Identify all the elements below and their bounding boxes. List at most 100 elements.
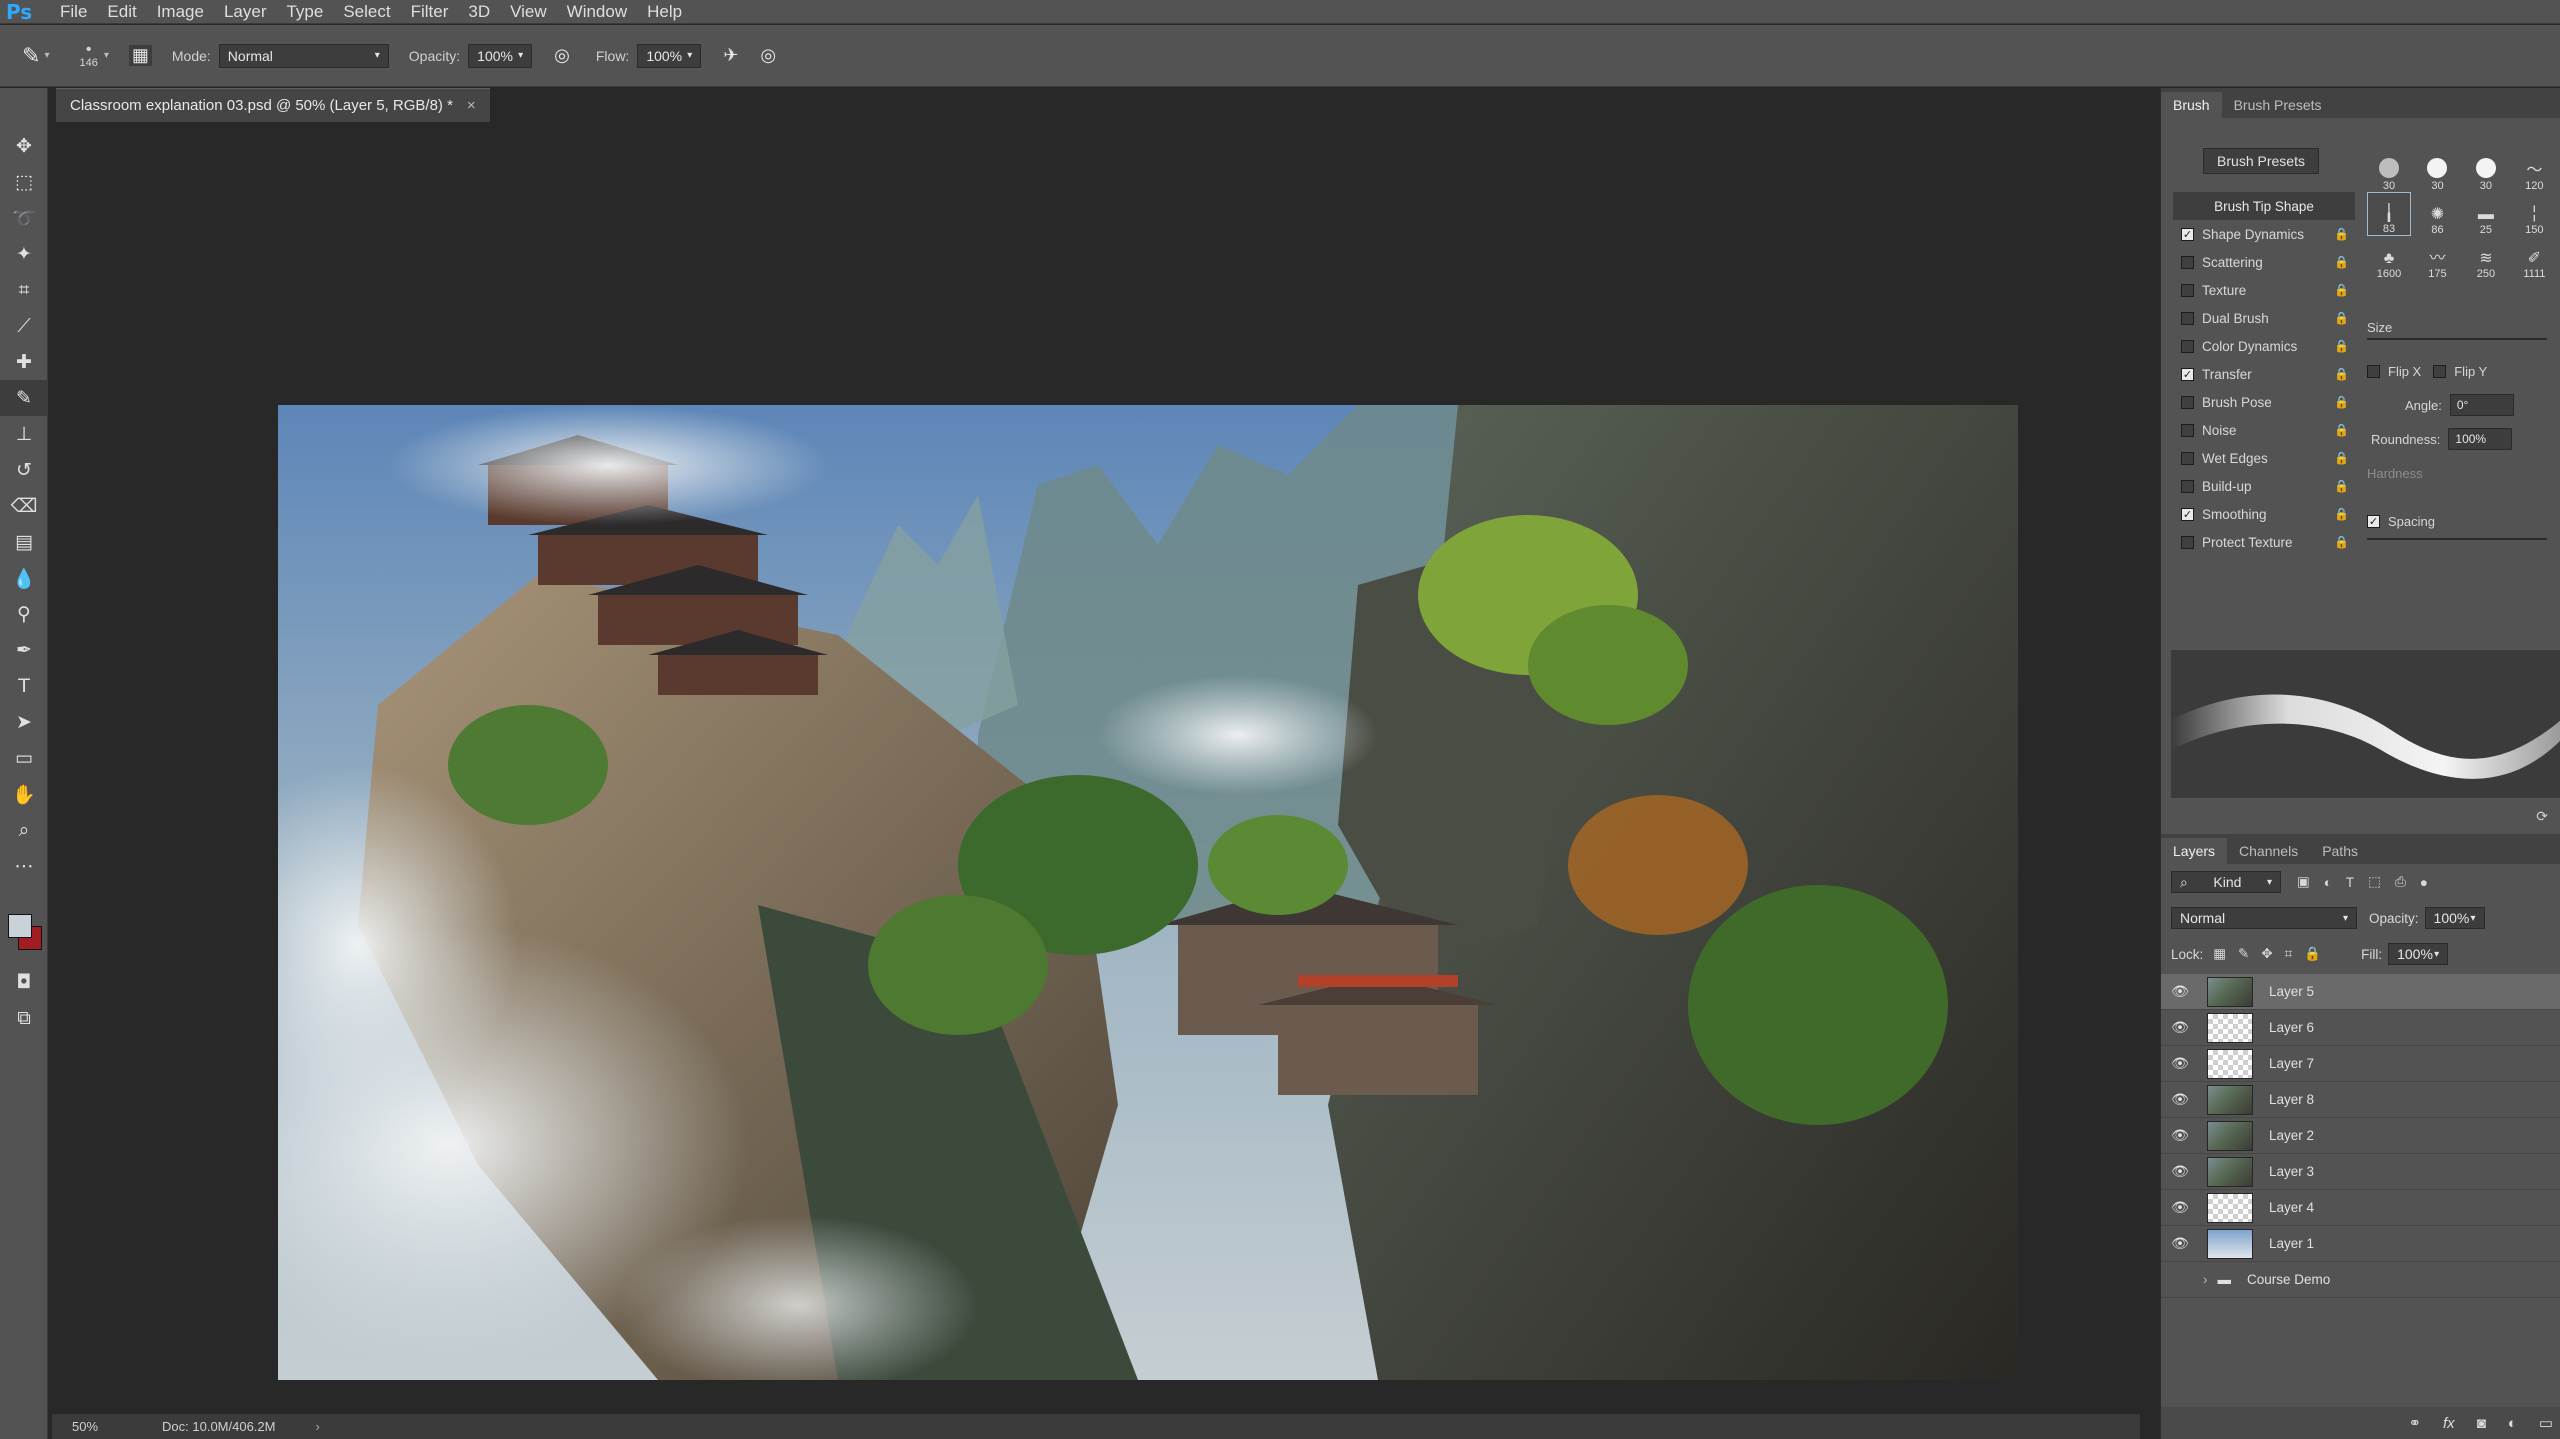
- checkbox[interactable]: [2181, 423, 2194, 437]
- brush-option-texture[interactable]: Texture 🔒: [2173, 276, 2355, 304]
- smart-object-filter-icon[interactable]: ⎙: [2395, 874, 2406, 890]
- checkbox[interactable]: ✓: [2181, 367, 2194, 381]
- checkbox[interactable]: ✓: [2181, 507, 2194, 521]
- adjustment-filter-icon[interactable]: ◐: [2324, 875, 2332, 890]
- brush-option-scattering[interactable]: Scattering 🔒: [2173, 248, 2355, 276]
- new-group-icon[interactable]: ▭: [2539, 1414, 2553, 1432]
- menu-type[interactable]: Type: [276, 0, 333, 24]
- menu-file[interactable]: File: [50, 0, 97, 24]
- layer-row[interactable]: 👁 Layer 4: [2161, 1190, 2560, 1226]
- history-brush-tool-icon[interactable]: ↺: [0, 452, 48, 488]
- move-tool-icon[interactable]: ✥: [0, 128, 48, 164]
- brush-option-noise[interactable]: Noise 🔒: [2173, 416, 2355, 444]
- checkbox[interactable]: [2433, 364, 2447, 378]
- menu-view[interactable]: View: [500, 0, 557, 24]
- layer-row[interactable]: 👁 Layer 8: [2161, 1082, 2560, 1118]
- checkbox[interactable]: [2181, 311, 2194, 325]
- add-mask-icon[interactable]: ◙: [2477, 1415, 2486, 1432]
- lock-transparency-icon[interactable]: ▦: [2213, 946, 2226, 962]
- lock-icon[interactable]: 🔒: [2334, 227, 2349, 241]
- type-filter-icon[interactable]: T: [2346, 875, 2354, 890]
- lock-all-icon[interactable]: 🔒: [2304, 946, 2321, 962]
- fill-field[interactable]: 100% ▾: [2388, 943, 2449, 965]
- zoom-level[interactable]: 50%: [72, 1419, 98, 1434]
- adjustment-layer-icon[interactable]: ◐: [2508, 1415, 2517, 1432]
- link-layers-icon[interactable]: ⚭: [2408, 1414, 2421, 1432]
- brush-option-brush-pose[interactable]: Brush Pose 🔒: [2173, 388, 2355, 416]
- lock-icon[interactable]: 🔒: [2334, 339, 2349, 353]
- menu-image[interactable]: Image: [147, 0, 214, 24]
- marquee-tool-icon[interactable]: ⬚: [0, 164, 48, 200]
- lock-icon[interactable]: 🔒: [2334, 367, 2349, 381]
- lock-position-icon[interactable]: ✥: [2261, 946, 2272, 962]
- menu-3d[interactable]: 3D: [458, 0, 500, 24]
- tab-layers[interactable]: Layers: [2161, 838, 2228, 864]
- flow-field[interactable]: 100% ▾: [637, 43, 702, 68]
- checkbox[interactable]: [2181, 283, 2194, 297]
- artwork-canvas[interactable]: [278, 405, 2018, 1380]
- chevron-right-icon[interactable]: ›: [2203, 1272, 2208, 1287]
- spacing-slider[interactable]: [2367, 538, 2547, 540]
- lock-icon[interactable]: 🔒: [2334, 311, 2349, 325]
- brush-option-color-dynamics[interactable]: Color Dynamics 🔒: [2173, 332, 2355, 360]
- brush-tip[interactable]: ▬ 25: [2464, 192, 2508, 236]
- status-expand-icon[interactable]: ›: [315, 1419, 319, 1434]
- layer-row[interactable]: 👁 Layer 1: [2161, 1226, 2560, 1262]
- brush-tip[interactable]: ≋ 250: [2464, 236, 2508, 280]
- brush-tip[interactable]: ╎ 150: [2512, 192, 2556, 236]
- opacity-field[interactable]: 100% ▾: [468, 43, 533, 68]
- checkbox[interactable]: [2181, 395, 2194, 409]
- brush-option-transfer[interactable]: ✓ Transfer 🔒: [2173, 360, 2355, 388]
- brush-tip-selected[interactable]: ╽ 83: [2367, 192, 2411, 236]
- layer-row[interactable]: 👁 Layer 6: [2161, 1010, 2560, 1046]
- tab-brush[interactable]: Brush: [2161, 92, 2222, 118]
- layer-opacity-field[interactable]: 100% ▾: [2424, 907, 2485, 929]
- eraser-tool-icon[interactable]: ⌫: [0, 488, 48, 524]
- eye-icon[interactable]: 👁: [2161, 983, 2199, 1000]
- brush-tip[interactable]: 30: [2415, 148, 2459, 192]
- tab-brush-presets[interactable]: Brush Presets: [2222, 92, 2334, 118]
- lock-artboard-icon[interactable]: ⌗: [2285, 946, 2293, 962]
- lock-icon[interactable]: 🔒: [2334, 423, 2349, 437]
- tool-preset-dropdown-icon[interactable]: ▾: [44, 50, 49, 61]
- shape-filter-icon[interactable]: ⬚: [2368, 874, 2381, 890]
- canvas-area[interactable]: [52, 122, 2140, 1412]
- layer-group-row[interactable]: › ▬ Course Demo: [2161, 1262, 2560, 1298]
- blend-mode-select[interactable]: Normal ▾: [2171, 907, 2357, 929]
- close-icon[interactable]: ×: [467, 97, 476, 114]
- layer-row[interactable]: 👁 Layer 3: [2161, 1154, 2560, 1190]
- screen-mode-icon[interactable]: ⧉: [0, 1000, 48, 1036]
- foreground-color-swatch[interactable]: [8, 914, 32, 938]
- kind-filter-select[interactable]: ⌕ Kind ▾: [2171, 871, 2281, 893]
- checkbox[interactable]: [2181, 479, 2194, 493]
- type-tool-icon[interactable]: T: [0, 668, 48, 704]
- brush-panel-toggle-icon[interactable]: ▦: [128, 45, 152, 66]
- quick-mask-icon[interactable]: ◘: [0, 964, 48, 1000]
- lock-icon[interactable]: 🔒: [2334, 255, 2349, 269]
- pixel-filter-icon[interactable]: ▣: [2297, 874, 2310, 890]
- checkbox[interactable]: [2181, 451, 2194, 465]
- hand-tool-icon[interactable]: ✋: [0, 776, 48, 812]
- layer-row[interactable]: 👁 Layer 7: [2161, 1046, 2560, 1082]
- checkbox[interactable]: [2181, 535, 2194, 549]
- eye-icon[interactable]: 👁: [2161, 1055, 2199, 1072]
- brush-option-dual-brush[interactable]: Dual Brush 🔒: [2173, 304, 2355, 332]
- lock-icon[interactable]: 🔒: [2334, 395, 2349, 409]
- brush-option-wet-edges[interactable]: Wet Edges 🔒: [2173, 444, 2355, 472]
- document-tab[interactable]: Classroom explanation 03.psd @ 50% (Laye…: [56, 88, 490, 122]
- fx-icon[interactable]: fx: [2443, 1415, 2455, 1432]
- menu-layer[interactable]: Layer: [214, 0, 277, 24]
- layer-row[interactable]: 👁 Layer 2: [2161, 1118, 2560, 1154]
- eye-icon[interactable]: 👁: [2161, 1019, 2199, 1036]
- checkbox[interactable]: [2181, 339, 2194, 353]
- brush-tip-shape-item[interactable]: Brush Tip Shape: [2173, 192, 2355, 220]
- brush-tip[interactable]: 〜 120: [2512, 148, 2556, 192]
- brush-tip[interactable]: 30: [2464, 148, 2508, 192]
- brush-tip[interactable]: 〰 175: [2415, 236, 2459, 280]
- eye-icon[interactable]: 👁: [2161, 1127, 2199, 1144]
- airbrush-icon[interactable]: ✈: [723, 45, 738, 66]
- gradient-tool-icon[interactable]: ▤: [0, 524, 48, 560]
- brush-option-shape-dynamics[interactable]: ✓ Shape Dynamics 🔒: [2173, 220, 2355, 248]
- menu-select[interactable]: Select: [333, 0, 400, 24]
- clone-stamp-tool-icon[interactable]: ⊥: [0, 416, 48, 452]
